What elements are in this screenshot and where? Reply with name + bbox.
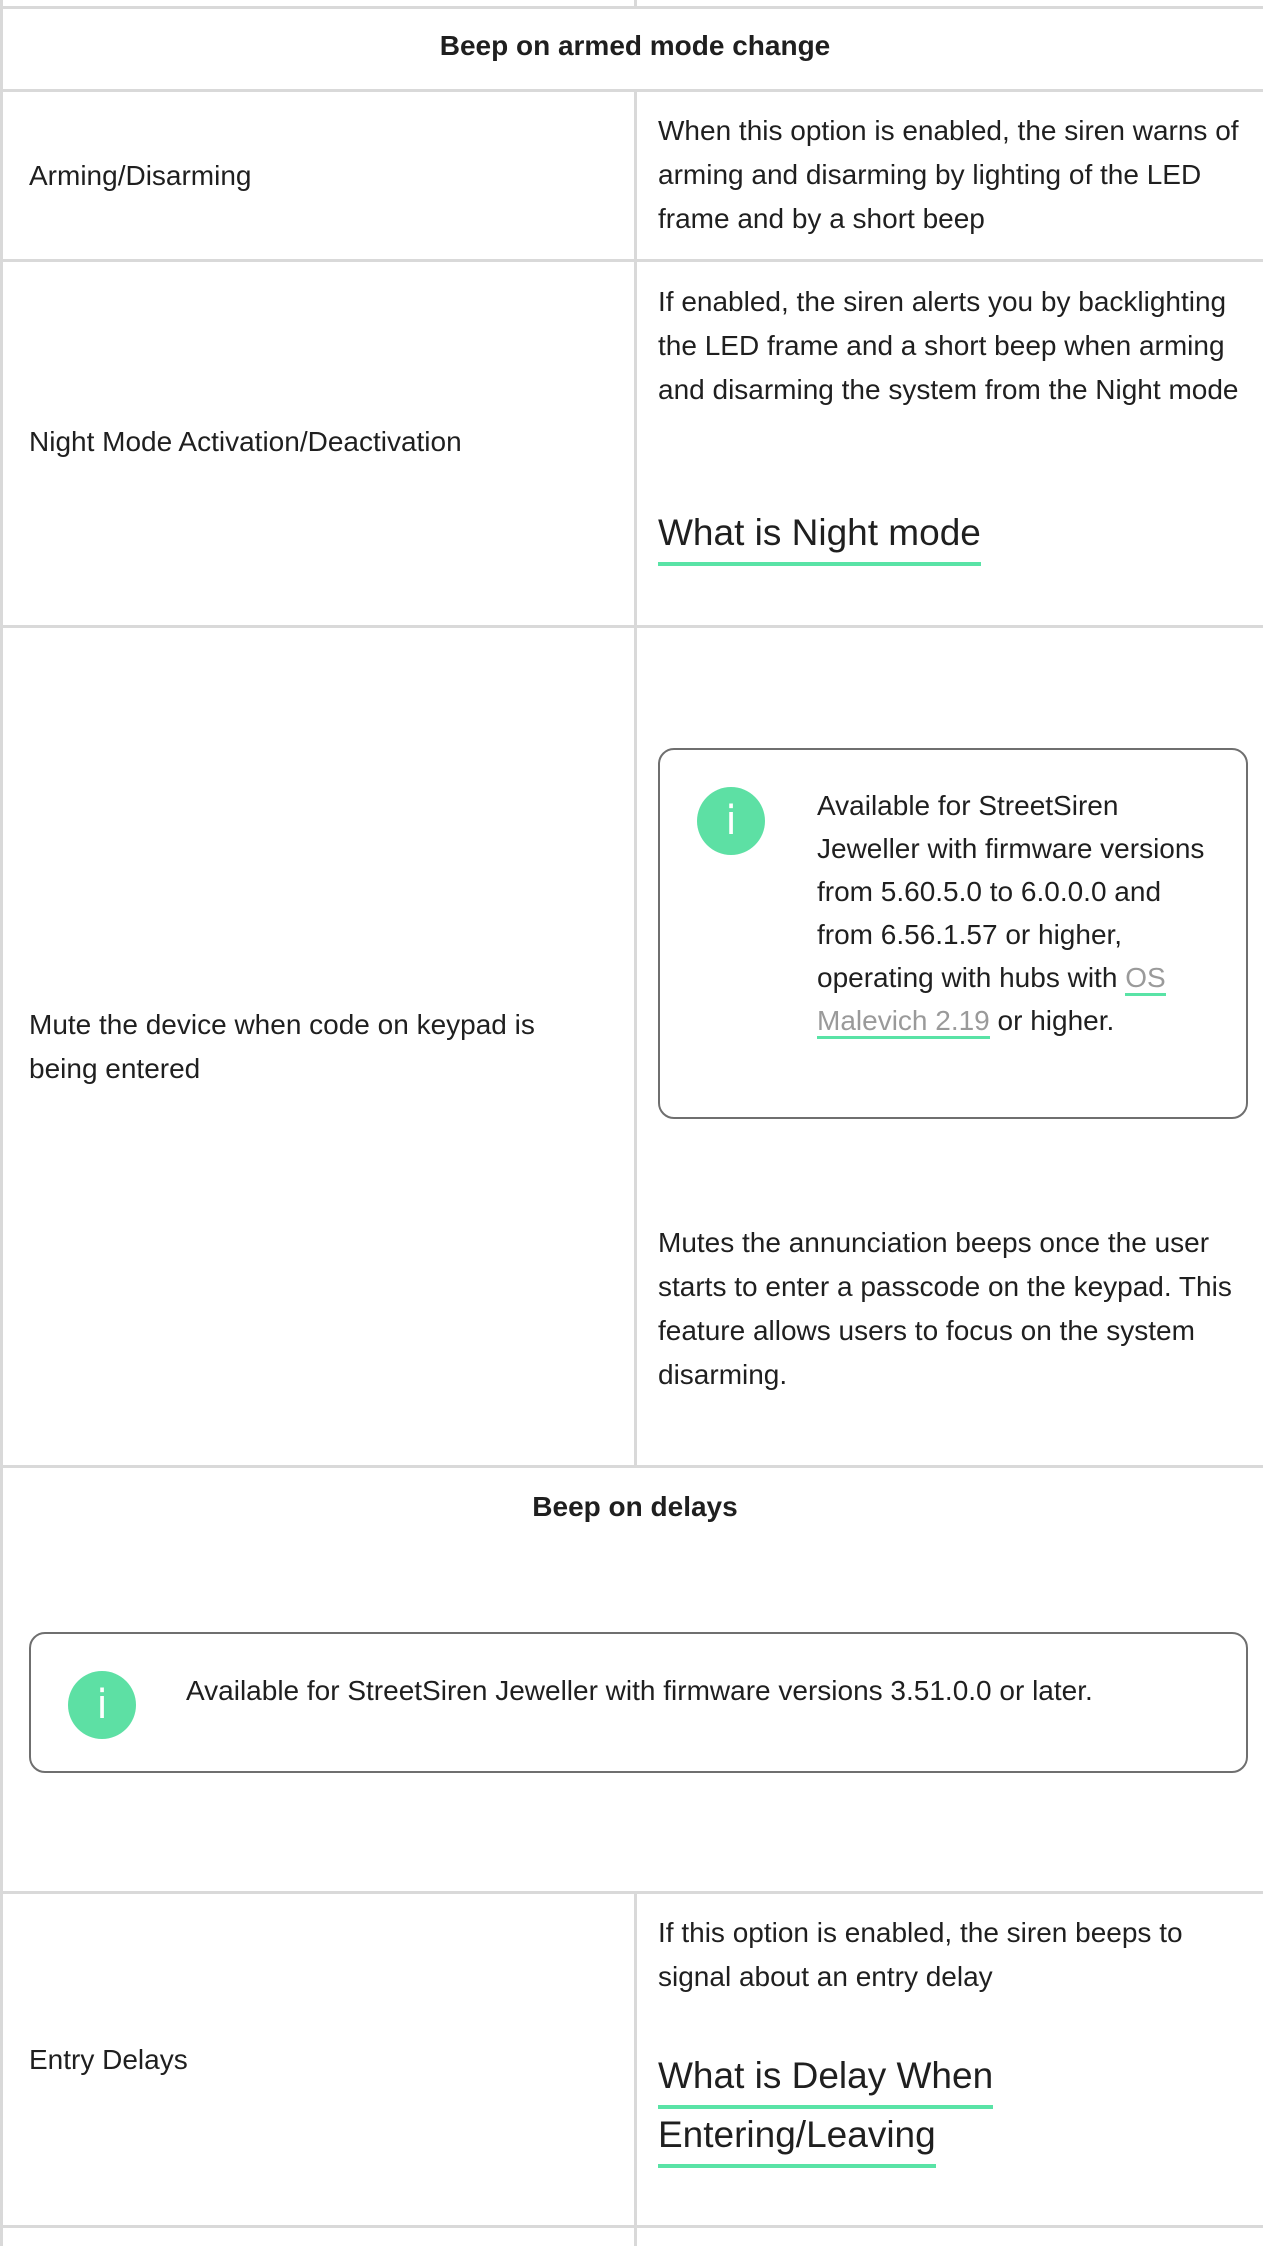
row-divider <box>0 2225 1263 2228</box>
section-title-delays: Beep on delays <box>532 1491 738 1522</box>
row-divider <box>0 89 1263 92</box>
row-desc-arming-disarming: When this option is enabled, the siren w… <box>658 115 1239 234</box>
row-label-entry-delays: Entry Delays <box>29 2044 188 2075</box>
firmware-note-box: i Available for StreetSiren Jeweller wit… <box>658 748 1248 1119</box>
row-divider <box>0 259 1263 262</box>
row-divider <box>0 1891 1263 1894</box>
row-label-mute-keypad-text: Mute the device when code on keypad is b… <box>29 1009 535 1084</box>
settings-table: Beep on armed mode change Arming/Disarmi… <box>0 0 1263 2246</box>
info-icon: i <box>697 787 765 855</box>
column-divider <box>634 1891 637 2246</box>
info-icon: i <box>68 1671 136 1739</box>
night-mode-link[interactable]: What is Night mode <box>658 504 981 566</box>
delays-note-text: Available for StreetSiren Jeweller with … <box>186 1675 1093 1706</box>
row-label-mute-keypad: Mute the device when code on keypad is b… <box>29 1003 609 1091</box>
section-title-armed-mode: Beep on armed mode change <box>439 30 831 61</box>
firmware-note-text-part2: or higher. <box>989 1005 1115 1036</box>
row-divider <box>0 1465 1263 1468</box>
column-divider <box>0 0 3 2246</box>
row-label-night-mode: Night Mode Activation/Deactivation <box>29 426 462 457</box>
row-desc-night-mode: If enabled, the siren alerts you by back… <box>658 286 1239 405</box>
delays-note-box: i Available for StreetSiren Jeweller wit… <box>29 1632 1248 1773</box>
column-divider <box>634 89 637 1465</box>
info-icon-glyph: i <box>96 1682 108 1728</box>
firmware-note-text: Available for StreetSiren Jeweller with … <box>817 784 1217 1042</box>
delay-link-line1[interactable]: What is Delay When <box>658 2047 994 2109</box>
row-label-arming-disarming: Arming/Disarming <box>29 160 252 191</box>
delay-link-line2[interactable]: Entering/Leaving <box>658 2106 936 2168</box>
row-divider <box>0 6 1263 9</box>
column-divider <box>634 0 637 6</box>
row-desc-entry-delays: If this option is enabled, the siren bee… <box>658 1917 1183 1992</box>
row-desc-mute-keypad: Mutes the annunciation beeps once the us… <box>658 1227 1232 1390</box>
info-icon-glyph: i <box>725 798 737 844</box>
row-divider <box>0 625 1263 628</box>
